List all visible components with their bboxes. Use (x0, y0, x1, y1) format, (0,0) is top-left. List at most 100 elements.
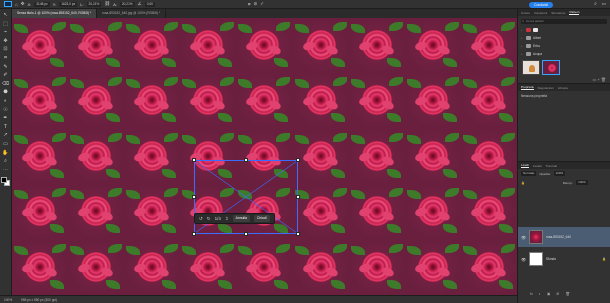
tab-campioni[interactable]: Campioni (534, 11, 547, 15)
transform-handle-tr[interactable] (296, 158, 300, 162)
tab-document-1[interactable]: Senza titolo-1 @ 100% (rosa-893152_640, … (12, 9, 98, 18)
foreground-color[interactable] (1, 177, 7, 184)
tool-10-icon[interactable]: ◐ (2, 98, 9, 104)
tab-librerie[interactable]: Librerie (558, 86, 568, 90)
layer-row-background[interactable]: 👁 Sfondo 🔒 (518, 249, 610, 269)
rose (20, 196, 59, 227)
layers-action-3-icon[interactable]: ⊞ (556, 292, 559, 299)
tab-canali[interactable]: Canali (533, 164, 542, 168)
tab-colore[interactable]: Colore (521, 11, 530, 15)
undo-icon[interactable]: ↺ (199, 216, 203, 222)
y-field[interactable]: 1623,0 px (59, 1, 78, 7)
tool-6-icon[interactable]: ✎ (2, 64, 9, 70)
trash-icon[interactable]: 🗑 (601, 77, 606, 82)
leaf (330, 279, 345, 289)
leaf (406, 24, 421, 33)
zoom-level[interactable]: 100% (4, 298, 12, 302)
move-tool-icon[interactable]: ✥ (21, 1, 25, 7)
opacity-field[interactable]: 100% (553, 171, 566, 176)
share-button[interactable]: Condividi (529, 1, 553, 8)
lock-icon[interactable]: 🔒 (521, 181, 525, 185)
pattern-thumb-sprout[interactable] (522, 60, 540, 75)
tab-livelli[interactable]: Livelli (521, 163, 529, 168)
transform-handle-t[interactable] (244, 158, 248, 162)
workspace-icon[interactable]: ▭ (602, 1, 606, 7)
transform-handle-bl[interactable] (192, 232, 196, 236)
pattern-search-input[interactable]: ⌕ Cerca pattern (521, 19, 607, 24)
pattern-folder-row[interactable]: › Erba (518, 42, 610, 50)
search-icon[interactable]: ⌕ (594, 1, 597, 7)
tool-17-icon[interactable]: ⌕ (2, 158, 9, 164)
tool-0-icon[interactable]: ↖ (2, 12, 9, 18)
angle-field[interactable]: 0,00 (144, 1, 155, 7)
tool-2-icon[interactable]: ⌁ (2, 29, 9, 35)
tool-13-icon[interactable]: T (2, 124, 9, 130)
tool-18-icon[interactable]: ⋯ (2, 167, 9, 173)
petal (436, 99, 451, 112)
petal (436, 210, 451, 223)
tool-8-icon[interactable]: ⌫ (2, 81, 9, 87)
flip-icon[interactable]: ⇳ (225, 216, 229, 222)
add-icon[interactable]: + (597, 77, 599, 82)
petal (245, 261, 260, 274)
layers-action-0-icon[interactable]: fx (530, 292, 533, 299)
tab-tracciati[interactable]: Tracciati (546, 164, 558, 168)
close-button[interactable]: Chiudi (253, 215, 270, 222)
transform-handle-br[interactable] (296, 232, 300, 236)
canvas[interactable] (12, 18, 517, 295)
tool-15-icon[interactable]: ▭ (2, 141, 9, 147)
new-group-icon[interactable]: ▭ (593, 77, 597, 82)
tool-11-icon[interactable]: ☉ (2, 107, 9, 113)
redo-icon[interactable]: ↻ (207, 216, 211, 222)
layers-action-4-icon[interactable]: 🗑 (565, 292, 570, 299)
layer-row-rose[interactable]: 👁 rosa-893152_640 (518, 227, 610, 247)
document-tabs: Senza titolo-1 @ 100% (rosa-893152_640, … (12, 9, 517, 18)
tab-sfumature[interactable]: Sfumature (551, 11, 565, 15)
tool-7-icon[interactable]: ✐ (2, 72, 9, 78)
leaf (164, 132, 179, 142)
transform-handle-r[interactable] (296, 195, 300, 199)
tool-3-icon[interactable]: ✥ (2, 38, 9, 44)
commit-icon[interactable]: ✓ (260, 1, 264, 7)
tab-regolazioni[interactable]: Regolazioni (538, 86, 554, 90)
photoshop-logo-icon[interactable] (4, 1, 12, 7)
fill-field[interactable]: 100% (576, 180, 588, 185)
transform-handle-l[interactable] (192, 195, 196, 199)
layers-action-2-icon[interactable]: ▣ (547, 292, 550, 299)
leaf (70, 24, 85, 33)
tab-propriet[interactable]: Proprietà (521, 85, 534, 90)
pattern-folder-row[interactable]: › Acqua (518, 50, 610, 58)
petal (301, 261, 316, 274)
visibility-eye-icon[interactable]: 👁 (521, 235, 526, 240)
height-field[interactable]: 20,21% (119, 1, 135, 7)
transform-handle-b[interactable] (244, 232, 248, 236)
tool-12-icon[interactable]: ✒ (2, 115, 9, 121)
transform-handle-tl[interactable] (192, 158, 196, 162)
x-field[interactable]: 3148 px (34, 1, 50, 7)
warp-icon[interactable]: ⌗ (248, 2, 251, 7)
tool-16-icon[interactable]: ✋ (2, 150, 9, 156)
tool-5-icon[interactable]: ⌗ (2, 55, 9, 61)
tab-document-2[interactable]: rosa-893152_640.jpg @ 100% (RGB/8) * (97, 9, 167, 18)
size-label[interactable]: 1/4 (215, 216, 221, 221)
petal (77, 95, 92, 108)
cancel-button[interactable]: Annulla (232, 215, 250, 222)
width-field[interactable]: 20,21% (86, 1, 102, 7)
leaf (106, 58, 121, 67)
link-icon[interactable]: ⛓ (104, 1, 110, 7)
rose (245, 30, 283, 60)
blend-mode-select[interactable]: Normale (521, 171, 537, 176)
tab-pattern[interactable]: Pattern (569, 10, 580, 15)
home-icon[interactable]: ⌂ (15, 2, 18, 7)
cancel-icon[interactable]: ⊘ (253, 1, 257, 7)
pattern-folder-row[interactable]: › Alberi (518, 34, 610, 42)
color-swatches[interactable] (1, 177, 10, 187)
tool-1-icon[interactable]: ⬚ (2, 21, 9, 27)
pattern-group-row[interactable]: › (518, 26, 610, 34)
pattern-thumb-rose[interactable] (542, 60, 560, 75)
visibility-eye-icon[interactable]: 👁 (521, 257, 526, 262)
tool-9-icon[interactable]: ⬣ (2, 89, 9, 95)
tool-14-icon[interactable]: ↗ (2, 132, 9, 138)
layers-action-1-icon[interactable]: ◐ (539, 292, 541, 299)
tool-4-icon[interactable]: ⊡ (2, 46, 9, 52)
